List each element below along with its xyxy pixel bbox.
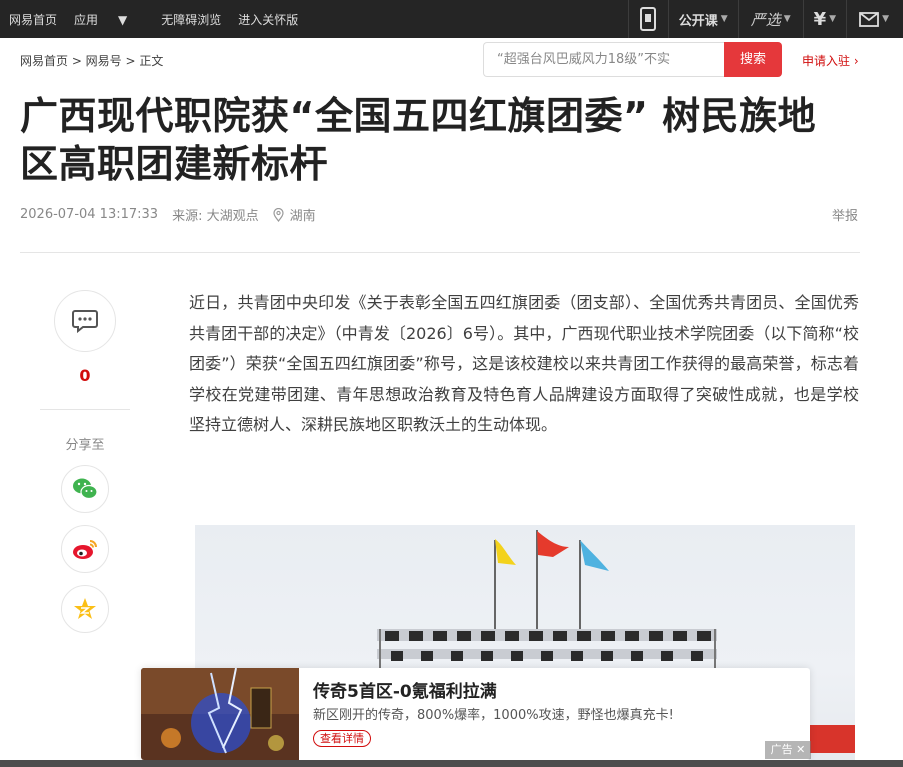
ad-details-button[interactable]: 查看详情 (313, 730, 371, 747)
ad-close-tag[interactable]: 广告 ✕ (765, 741, 811, 759)
open-course-menu[interactable]: 公开课 ▼ (667, 0, 738, 38)
weibo-icon (73, 540, 97, 559)
ad-banner[interactable]: 传奇5首区-0氪福利拉满 新区刚开的传奇，800%爆率，1000%攻速，野怪也爆… (141, 668, 810, 760)
game-ad-image (141, 668, 299, 760)
bottom-bar (0, 760, 903, 767)
open-course-label: 公开课 (678, 13, 718, 29)
article-title: 广西现代职院获“全国五四红旗团委” 树民族地区高职团建新标杆 (20, 94, 817, 186)
yanxuan-logo: 严选 (750, 10, 781, 29)
ad-title[interactable]: 传奇5首区-0氪福利拉满 (313, 677, 497, 702)
chevron-down-icon: ▼ (720, 14, 728, 24)
comment-button[interactable] (54, 290, 116, 352)
mail-icon (859, 11, 879, 27)
search-box: “超强台风巴威风力18级”不实 搜索 (483, 42, 783, 77)
divider (20, 252, 860, 253)
pay-menu[interactable]: ¥ ▼ (802, 0, 846, 38)
comment-count[interactable]: 0 (54, 366, 116, 385)
article-meta: 2026-07-04 13:17:33 来源: 大湖观点 湖南 (20, 205, 330, 224)
chevron-down-icon: ▼ (783, 14, 791, 24)
search-button[interactable]: 搜索 (724, 42, 782, 77)
ad-description: 新区刚开的传奇，800%爆率，1000%攻速，野怪也爆真充卡! (313, 708, 674, 723)
chevron-down-icon: ▼ (829, 14, 837, 24)
apply-join-link[interactable]: 申请入驻 › (802, 52, 859, 69)
share-label: 分享至 (65, 438, 105, 453)
mail-menu[interactable]: ▼ (846, 0, 903, 38)
report-link[interactable]: 举报 (832, 205, 858, 224)
wechat-icon (73, 478, 98, 500)
topbar-link-apps[interactable]: 应用 ▼ (74, 11, 144, 28)
qzone-star-icon (74, 598, 96, 619)
yen-icon: ¥ (813, 8, 827, 30)
article-source: 来源: 大湖观点 (172, 209, 259, 224)
apps-label: 应用 (74, 12, 99, 27)
side-divider (40, 409, 130, 410)
share-qzone-button[interactable] (61, 585, 109, 633)
phone-icon (640, 7, 657, 31)
search-input[interactable]: “超强台风巴威风力18级”不实 (483, 42, 725, 77)
publish-time: 2026-07-04 13:17:33 (20, 207, 159, 222)
yanxuan-menu[interactable]: 严选 ▼ (737, 0, 803, 38)
chevron-down-icon: ▼ (118, 12, 128, 27)
top-navigation-bar: 网易首页 应用 ▼ 无障碍浏览 进入关怀版 公开课 ▼ 严选 ▼ ¥ ▼ ▼ (0, 0, 903, 38)
article-body: 近日，共青团中央印发《关于表彰全国五四红旗团委（团支部）、全国优秀共青团员、全国… (189, 293, 859, 434)
side-toolbar: 0 (54, 290, 116, 385)
comment-icon (72, 310, 98, 333)
location-pin-icon (272, 207, 284, 222)
topbar-left-links: 网易首页 应用 ▼ 无障碍浏览 进入关怀版 (9, 0, 315, 38)
topbar-link-care-mode[interactable]: 进入关怀版 (238, 11, 298, 28)
chevron-down-icon: ▼ (882, 14, 889, 24)
mobile-app-button[interactable] (627, 0, 668, 38)
topbar-link-accessibility[interactable]: 无障碍浏览 (161, 11, 221, 28)
topbar-link-home[interactable]: 网易首页 (9, 11, 57, 28)
topbar-right-items: 公开课 ▼ 严选 ▼ ¥ ▼ ▼ (627, 0, 903, 38)
share-wechat-button[interactable] (61, 465, 109, 513)
article-location: 湖南 (289, 209, 316, 224)
breadcrumb[interactable]: 网易首页 > 网易号 > 正文 (20, 52, 163, 69)
share-weibo-button[interactable] (61, 525, 109, 573)
ad-thumbnail (141, 668, 299, 760)
